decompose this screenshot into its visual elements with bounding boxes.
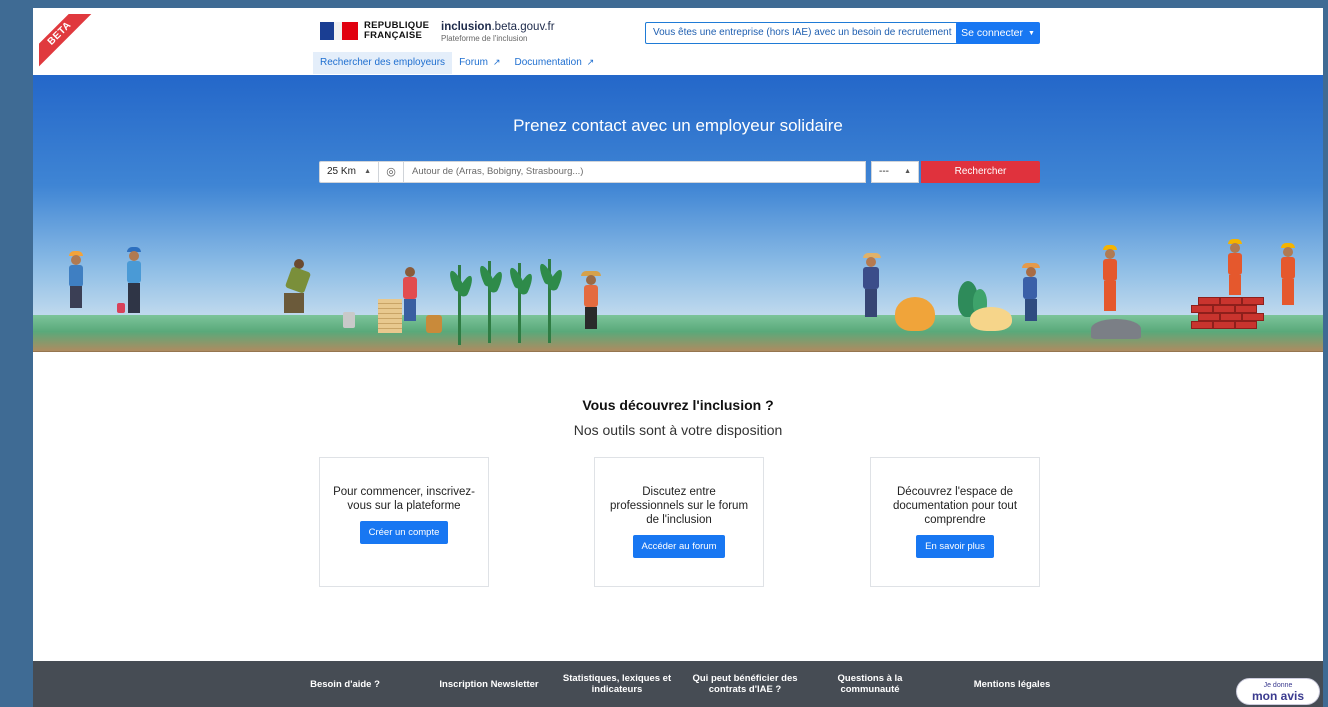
crates	[378, 299, 402, 333]
forum-button[interactable]: Accéder au forum	[632, 535, 726, 558]
site-title-bold: inclusion	[441, 21, 492, 33]
footer-link-mentions[interactable]: Mentions légales	[961, 661, 1063, 707]
distance-select[interactable]: 25 Km ▲	[319, 161, 379, 183]
search-form: 25 Km ▲ ◎ Autour de (Arras, Bobigny, Str…	[319, 161, 1040, 183]
hero-banner: Prenez contact avec un employeur solidai…	[33, 75, 1323, 352]
subnav-rechercher-label: Rechercher des employeurs	[320, 57, 446, 68]
select-arrows-icon: ▲	[364, 168, 371, 175]
rf-line2: FRANÇAISE	[364, 30, 423, 41]
bush	[970, 307, 1012, 331]
footer-link-communaute[interactable]: Questions à la communauté	[823, 661, 917, 707]
feedback-button[interactable]: Je donne mon avis	[1236, 678, 1320, 705]
hero-title: Prenez contact avec un employeur solidai…	[513, 116, 843, 135]
site-title-rest: .beta.gouv.fr	[491, 21, 555, 33]
browser-viewport: BETA REPUBLIQUE FRANÇAISE inclusion.beta…	[33, 8, 1323, 707]
create-account-button[interactable]: Créer un compte	[359, 521, 449, 544]
card-text: Pour commencer, inscrivez-vous sur la pl…	[333, 486, 475, 512]
subnav-documentation-label: Documentation	[514, 57, 582, 68]
external-link-icon: ↗	[586, 57, 595, 67]
card-create-account: Pour commencer, inscrivez-vous sur la pl…	[319, 457, 489, 587]
subnav-forum[interactable]: Forum ↗	[452, 52, 507, 74]
entreprise-button[interactable]: Vous êtes une entreprise (hors IAE) avec…	[645, 22, 960, 44]
footer-link-contrats-iae[interactable]: Qui peut bénéficier des contrats d'IAE ?	[685, 661, 805, 707]
beta-ribbon: BETA	[39, 14, 99, 74]
caret-down-icon: ▼	[1027, 30, 1035, 37]
bush	[895, 297, 935, 331]
basket	[426, 315, 442, 333]
search-button[interactable]: Rechercher	[921, 161, 1040, 183]
card-text: Discutez entre professionnels sur le for…	[609, 486, 749, 526]
header: REPUBLIQUE FRANÇAISE inclusion.beta.gouv…	[33, 8, 1323, 75]
beta-label: BETA	[39, 14, 98, 72]
subnav-forum-label: Forum	[459, 57, 488, 68]
footer-link-statistiques[interactable]: Statistiques, lexiques et indicateurs	[559, 661, 675, 707]
card-documentation: Découvrez l'espace de documentation pour…	[870, 457, 1040, 587]
main-content: Vous découvrez l'inclusion ? Nos outils …	[33, 352, 1323, 661]
main-title: Vous découvrez l'inclusion ?	[582, 397, 774, 413]
footer-link-newsletter[interactable]: Inscription Newsletter	[435, 661, 543, 707]
connect-label: Se connecter	[961, 27, 1023, 39]
site-name[interactable]: inclusion.beta.gouv.fr Plateforme de l'i…	[441, 21, 555, 43]
department-select[interactable]: --- ▲	[871, 161, 919, 183]
subnav: Rechercher des employeurs Forum ↗ Documen…	[313, 52, 601, 74]
distance-value: 25 Km	[327, 166, 356, 177]
rock-pile	[1091, 319, 1141, 339]
location-pin-icon: ◎	[379, 161, 404, 183]
learn-more-button[interactable]: En savoir plus	[916, 535, 994, 558]
footer: Besoin d'aide ? Inscription Newsletter S…	[33, 661, 1323, 707]
connect-button[interactable]: Se connecter ▼	[956, 22, 1040, 44]
footer-link-aide[interactable]: Besoin d'aide ?	[295, 661, 395, 707]
republique-francaise-logo[interactable]: REPUBLIQUE FRANÇAISE	[320, 21, 429, 41]
main-subtitle: Nos outils sont à votre disposition	[573, 422, 783, 438]
subnav-rechercher[interactable]: Rechercher des employeurs	[313, 52, 453, 74]
department-value: ---	[879, 166, 889, 177]
select-arrows-icon: ▲	[904, 168, 911, 175]
site-subtitle: Plateforme de l'inclusion	[441, 34, 528, 43]
bucket	[343, 312, 355, 328]
card-text: Découvrez l'espace de documentation pour…	[892, 486, 1018, 526]
marianne-flag-icon	[320, 22, 358, 40]
card-forum: Discutez entre professionnels sur le for…	[594, 457, 764, 587]
location-input[interactable]: Autour de (Arras, Bobigny, Strasbourg...…	[404, 161, 866, 183]
subnav-documentation[interactable]: Documentation ↗	[508, 52, 602, 74]
external-link-icon: ↗	[492, 57, 501, 67]
feedback-line2: mon avis	[1251, 689, 1305, 703]
